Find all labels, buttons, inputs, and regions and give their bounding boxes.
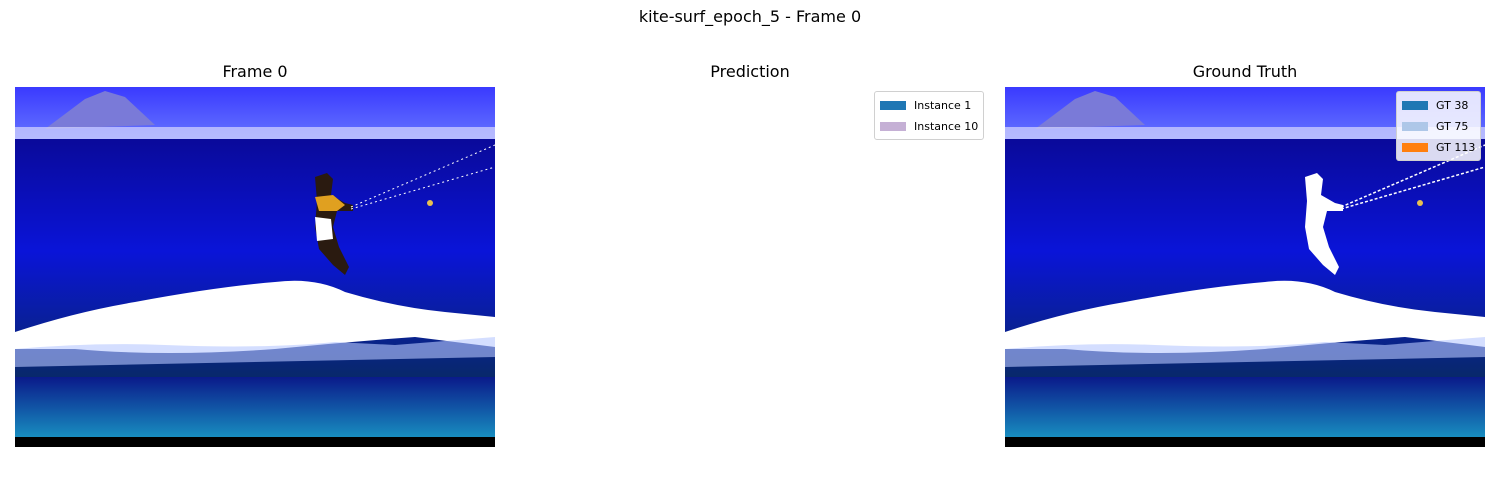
- legend-swatch: [1402, 101, 1428, 110]
- legend-label: Instance 1: [914, 99, 972, 112]
- prediction-panel-title: Prediction: [710, 62, 790, 81]
- ground-truth-legend: GT 38 GT 75 GT 113: [1396, 91, 1482, 161]
- figure-title: kite-surf_epoch_5 - Frame 0: [638, 7, 862, 26]
- prediction-canvas: [510, 87, 990, 447]
- ground-truth-legend-item: GT 113: [1402, 137, 1475, 158]
- ground-truth-panel-title: Ground Truth: [1192, 62, 1298, 81]
- prediction-legend-item: Instance 10: [880, 116, 978, 137]
- legend-swatch: [1402, 143, 1428, 152]
- prediction-legend-item: Instance 1: [880, 95, 978, 116]
- legend-swatch: [880, 122, 906, 131]
- legend-label: GT 113: [1436, 141, 1476, 154]
- legend-swatch: [1402, 122, 1428, 131]
- prediction-legend: Instance 1 Instance 10: [874, 91, 985, 140]
- legend-label: GT 75: [1436, 120, 1469, 133]
- ground-truth-legend-item: GT 38: [1402, 95, 1475, 116]
- frame-panel-title: Frame 0: [222, 62, 288, 81]
- frame-image: [15, 87, 495, 447]
- legend-swatch: [880, 101, 906, 110]
- legend-label: GT 38: [1436, 99, 1469, 112]
- legend-label: Instance 10: [914, 120, 979, 133]
- ground-truth-legend-item: GT 75: [1402, 116, 1475, 137]
